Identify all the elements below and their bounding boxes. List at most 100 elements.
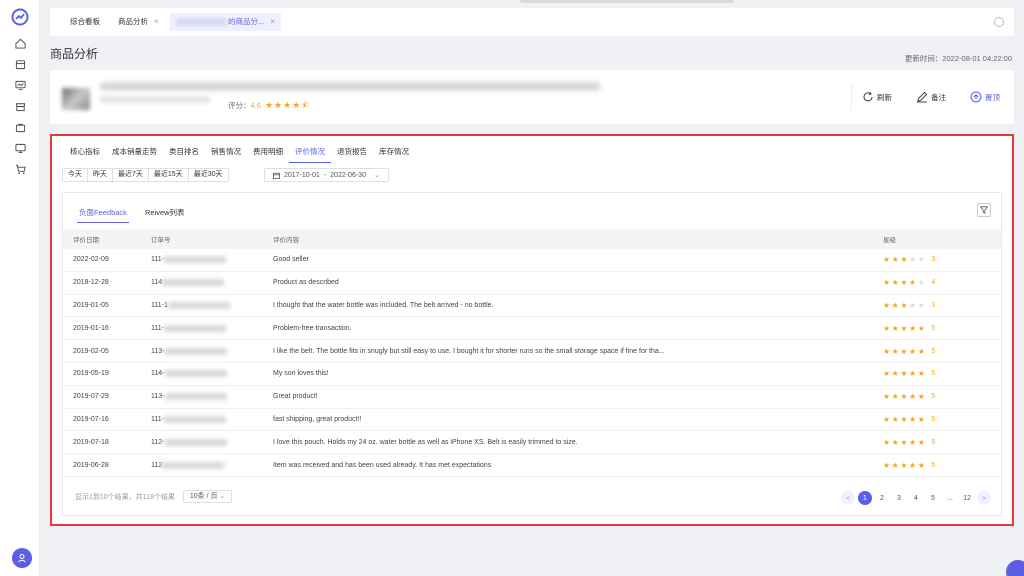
- order-number: 111-: [151, 317, 273, 339]
- box-icon[interactable]: [14, 58, 26, 70]
- star-icon: ★: [909, 369, 918, 379]
- cart-icon[interactable]: [14, 163, 26, 175]
- edit-icon: [917, 91, 928, 103]
- subtab-fees[interactable]: 费用明细: [247, 144, 289, 163]
- tab-negative-feedback[interactable]: 负面Feedback: [77, 207, 129, 223]
- page-button[interactable]: 2: [875, 491, 889, 505]
- chart-monitor-icon[interactable]: [14, 79, 26, 91]
- page-button[interactable]: 12: [960, 491, 974, 505]
- star-rating: ★★★★★: [883, 392, 926, 401]
- user-avatar[interactable]: [12, 548, 32, 568]
- prev-page-button[interactable]: ‹: [841, 491, 855, 505]
- star-icon: ★: [883, 346, 892, 356]
- subtab-reviews[interactable]: 评价情况: [289, 144, 331, 163]
- blurred-order-id: [164, 393, 227, 401]
- blurred-order-id: [163, 415, 226, 423]
- table-row[interactable]: 2019-01-05 111-1 I thought that the water …: [63, 295, 1001, 318]
- table-row[interactable]: 2019-06-28 112 Item was received and has b…: [63, 454, 1001, 477]
- subtab-inventory[interactable]: 库存情况: [373, 144, 415, 163]
- next-page-button[interactable]: ›: [977, 491, 991, 505]
- date-yesterday-button[interactable]: 昨天: [88, 169, 113, 181]
- review-content: Problem-free transaction.: [273, 324, 352, 332]
- blurred-product-title: [100, 82, 600, 91]
- sidebar: [0, 0, 40, 576]
- filter-button[interactable]: [977, 203, 991, 217]
- subtab-cost-sales-trend[interactable]: 成本销量走势: [106, 144, 163, 163]
- subtab-core-metrics[interactable]: 核心指标: [64, 144, 106, 163]
- star-icon: ★: [917, 323, 927, 333]
- review-table-card: 负面Feedback Reivew列表 评价日期 订单号 评价内容 星级 202…: [62, 192, 1002, 516]
- subtab-sales[interactable]: 销售情况: [205, 144, 247, 163]
- clock-icon[interactable]: [994, 17, 1004, 27]
- monitor-icon[interactable]: [14, 142, 26, 154]
- help-bubble[interactable]: [1006, 560, 1024, 576]
- review-table: 评价日期 订单号 评价内容 星级 2022-02-09 111- Good sell…: [63, 229, 1001, 477]
- table-row[interactable]: 2022-02-09 111- Good seller ★★★★★ 3: [63, 249, 1001, 272]
- review-stars: ★★★★★ 3: [883, 300, 936, 310]
- blurred-order-id: [167, 301, 230, 309]
- blurred-order-id: [163, 256, 226, 264]
- table-body: 2022-02-09 111- Good seller ★★★★★ 3 2018-12-2…: [63, 249, 1001, 477]
- table-row[interactable]: 2019-01-16 111- Problem-free transaction. ★…: [63, 317, 1001, 341]
- tab-review-list[interactable]: Reivew列表: [143, 207, 187, 223]
- tab-product-analysis[interactable]: 商品分析 ×: [112, 13, 165, 31]
- close-icon[interactable]: ×: [270, 17, 275, 26]
- star-rating: ★★★★★: [883, 415, 926, 424]
- date-15d-button[interactable]: 最近15天: [149, 169, 189, 181]
- review-stars: ★★★★★ 5: [883, 460, 936, 470]
- pin-top-button[interactable]: 置顶: [970, 91, 1014, 103]
- table-row[interactable]: 2019-07-18 112- I love this pouch. Holds m…: [63, 431, 1001, 455]
- star-icon: ★: [900, 255, 910, 265]
- page-size-select[interactable]: 10条 / 页 ⌄: [182, 490, 233, 503]
- page-button[interactable]: 1: [858, 491, 872, 505]
- review-stars: ★★★★★ 3: [883, 255, 936, 265]
- star-icon: ★: [909, 300, 918, 310]
- review-content: I thought that the water bottle was incl…: [273, 301, 494, 309]
- scroll-hint: [520, 0, 734, 3]
- table-row[interactable]: 2019-07-16 111- fast shipping, great produ…: [63, 409, 1001, 432]
- date-30d-button[interactable]: 最近30天: [189, 169, 228, 181]
- review-stars: ★★★★★ 5: [883, 369, 936, 379]
- table-row[interactable]: 2018-12-28 114 Product as described ★★★★★ 4: [63, 272, 1001, 295]
- page-button[interactable]: 4: [909, 491, 923, 505]
- review-content: I love this pouch. Holds my 24 oz. water…: [273, 438, 578, 446]
- star-rating: ★★★★★: [883, 255, 926, 264]
- star-icon: ★: [909, 437, 918, 447]
- star-icon: ★: [900, 323, 910, 333]
- review-stars: ★★★★★ 5: [883, 392, 936, 402]
- tab-dashboard[interactable]: 综合看板: [64, 13, 106, 31]
- review-date: 2019-02-05: [73, 347, 109, 355]
- home-icon[interactable]: [14, 37, 26, 49]
- star-icon: ★: [900, 278, 910, 288]
- date-range-picker[interactable]: 2017-10-01 - 2022-06-30 ⌄: [264, 168, 389, 182]
- star-icon: ★: [900, 437, 910, 447]
- subtab-category-rank[interactable]: 类目排名: [163, 144, 205, 163]
- star-icon: ★: [883, 255, 892, 265]
- note-button[interactable]: 备注: [916, 91, 960, 103]
- review-date: 2019-01-16: [73, 324, 109, 332]
- page-ellipsis: ...: [947, 494, 953, 502]
- page-button[interactable]: 5: [926, 491, 940, 505]
- date-today-button[interactable]: 今天: [63, 169, 88, 181]
- bag-icon[interactable]: [14, 121, 26, 133]
- result-summary: 显示1到10个结果，共118个结果: [75, 493, 175, 501]
- refresh-button[interactable]: 刷新: [862, 91, 906, 103]
- table-row[interactable]: 2019-07-29 113- Great product! ★★★★★ 5: [63, 386, 1001, 409]
- star-icon: ★: [883, 323, 892, 333]
- blurred-order-id: [163, 324, 226, 332]
- order-number: 114: [151, 272, 273, 294]
- star-icon: ★: [900, 392, 910, 402]
- star-icon: ★: [900, 300, 910, 310]
- table-row[interactable]: 2019-02-05 113- I like the belt. The bottl…: [63, 340, 1001, 363]
- page-button[interactable]: 3: [892, 491, 906, 505]
- date-7d-button[interactable]: 最近7天: [113, 169, 149, 181]
- store-icon[interactable]: [14, 100, 26, 112]
- review-stars: ★★★★★ 5: [883, 323, 936, 333]
- subtab-returns[interactable]: 退货报告: [331, 144, 373, 163]
- close-icon[interactable]: ×: [154, 17, 159, 26]
- star-icon: ★: [909, 323, 918, 333]
- star-rating: ★★★★★: [883, 461, 926, 470]
- table-row[interactable]: 2019-05-19 114- My son loves this! ★★★★★ 5: [63, 363, 1001, 386]
- tab-product-detail[interactable]: 的商品分... ×: [170, 13, 281, 31]
- review-content: Product as described: [273, 279, 339, 287]
